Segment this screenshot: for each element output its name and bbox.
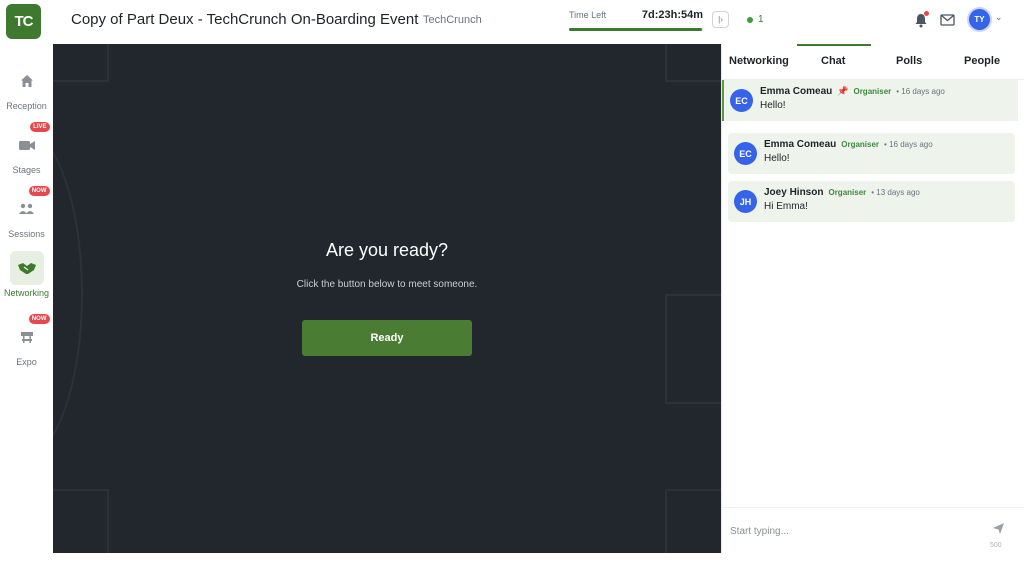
background-decoration [665, 294, 721, 404]
avatar: EC [734, 142, 757, 165]
notifications-button[interactable] [911, 10, 931, 30]
background-decoration [665, 489, 721, 553]
organizer-name: TechCrunch [423, 14, 482, 26]
sidebar-item-expo[interactable]: NOW Expo [0, 314, 53, 367]
now-badge: NOW [28, 314, 50, 324]
pin-icon: 📌 [837, 86, 849, 96]
avatar: EC [730, 89, 753, 112]
sidebar-item-label: Expo [16, 357, 37, 367]
message-header: Emma Comeau Organiser • 16 days ago [764, 139, 933, 150]
chevron-down-icon[interactable]: ⌄ [995, 12, 1003, 23]
home-icon [10, 64, 44, 98]
message-time: • 13 days ago [871, 188, 920, 197]
ready-button[interactable]: Ready [302, 320, 472, 356]
event-title: Copy of Part Deux - TechCrunch On-Boardi… [71, 11, 419, 28]
now-badge: NOW [28, 186, 50, 196]
message-text: Hello! [764, 153, 790, 164]
live-badge: LIVE [30, 122, 50, 132]
ready-subtitle: Click the button below to meet someone. [296, 279, 478, 290]
booth-icon: NOW [10, 314, 50, 354]
message-time: • 16 days ago [884, 140, 933, 149]
left-sidebar: TC Reception LIVE Stages NOW Sessions Ne… [0, 0, 53, 565]
collapse-panel-button[interactable]: |› [712, 11, 729, 28]
message-text: Hello! [760, 100, 786, 111]
timer-label: Time Left [569, 10, 607, 20]
video-camera-icon: LIVE [10, 122, 50, 162]
sidebar-item-label: Stages [12, 165, 41, 175]
chat-composer: 500 [722, 507, 1024, 553]
bottom-strip [0, 553, 1024, 565]
online-dot-icon [747, 16, 753, 23]
background-decoration [665, 44, 721, 82]
sender-role: Organiser [853, 87, 892, 96]
sidebar-item-sessions[interactable]: NOW Sessions [0, 186, 53, 239]
sidebar-item-label: Reception [6, 101, 47, 111]
sidebar-item-label: Sessions [8, 229, 45, 239]
networking-stage: Are you ready? Click the button below to… [53, 44, 721, 553]
avatar: JH [734, 190, 757, 213]
sender-name: Joey Hinson [764, 187, 824, 198]
sidebar-item-networking[interactable]: Networking [0, 251, 53, 298]
char-limit: 500 [990, 542, 1002, 549]
background-decoration [53, 44, 109, 82]
send-icon[interactable] [992, 522, 1005, 540]
sidebar-item-stages[interactable]: LIVE Stages [0, 122, 53, 175]
notification-dot [924, 11, 929, 16]
side-panel: Networking Chat Polls People EC Emma Com… [721, 44, 1024, 553]
online-count: 1 [758, 14, 764, 25]
panel-tabs: Networking Chat Polls People [722, 44, 1024, 80]
background-decoration [53, 489, 109, 553]
tab-chat[interactable]: Chat [821, 55, 845, 67]
tab-networking[interactable]: Networking [729, 55, 789, 67]
sidebar-item-reception[interactable]: Reception [0, 64, 53, 111]
message-header: Emma Comeau 📌 Organiser • 16 days ago [760, 86, 945, 97]
app-logo[interactable]: TC [6, 4, 41, 39]
handshake-icon [9, 251, 44, 285]
top-header: Copy of Part Deux - TechCrunch On-Boardi… [53, 0, 1024, 44]
sender-role: Organiser [828, 188, 867, 197]
sender-name: Emma Comeau [760, 86, 833, 97]
message-time: • 16 days ago [896, 87, 945, 96]
collapse-arrow-icon: |› [718, 15, 723, 24]
chat-message[interactable]: EC Emma Comeau Organiser • 16 days ago H… [728, 133, 1015, 174]
sender-role: Organiser [841, 140, 880, 149]
online-indicator: 1 [747, 14, 764, 25]
sidebar-item-label: Networking [3, 288, 50, 298]
tab-people[interactable]: People [964, 55, 1000, 67]
timer-value: 7d:23h:54m [641, 9, 703, 21]
chat-input[interactable] [730, 518, 980, 544]
timer-progress-fill [569, 28, 702, 31]
envelope-icon [939, 14, 955, 26]
active-tab-indicator [797, 44, 871, 46]
tab-polls[interactable]: Polls [896, 55, 922, 67]
chat-message[interactable]: EC Emma Comeau 📌 Organiser • 16 days ago… [722, 80, 1018, 121]
messages-button[interactable] [937, 10, 957, 30]
user-avatar[interactable]: TY [969, 9, 990, 30]
background-decoration [53, 124, 83, 464]
timer-progress-bar [569, 28, 703, 31]
sender-name: Emma Comeau [764, 139, 837, 150]
ready-heading: Are you ready? [325, 240, 449, 260]
chat-message[interactable]: JH Joey Hinson Organiser • 13 days ago H… [728, 181, 1015, 222]
time-left-timer: Time Left 7d:23h:54m [569, 9, 703, 31]
message-header: Joey Hinson Organiser • 13 days ago [764, 187, 920, 198]
message-text: Hi Emma! [764, 201, 808, 212]
people-icon: NOW [10, 186, 50, 226]
